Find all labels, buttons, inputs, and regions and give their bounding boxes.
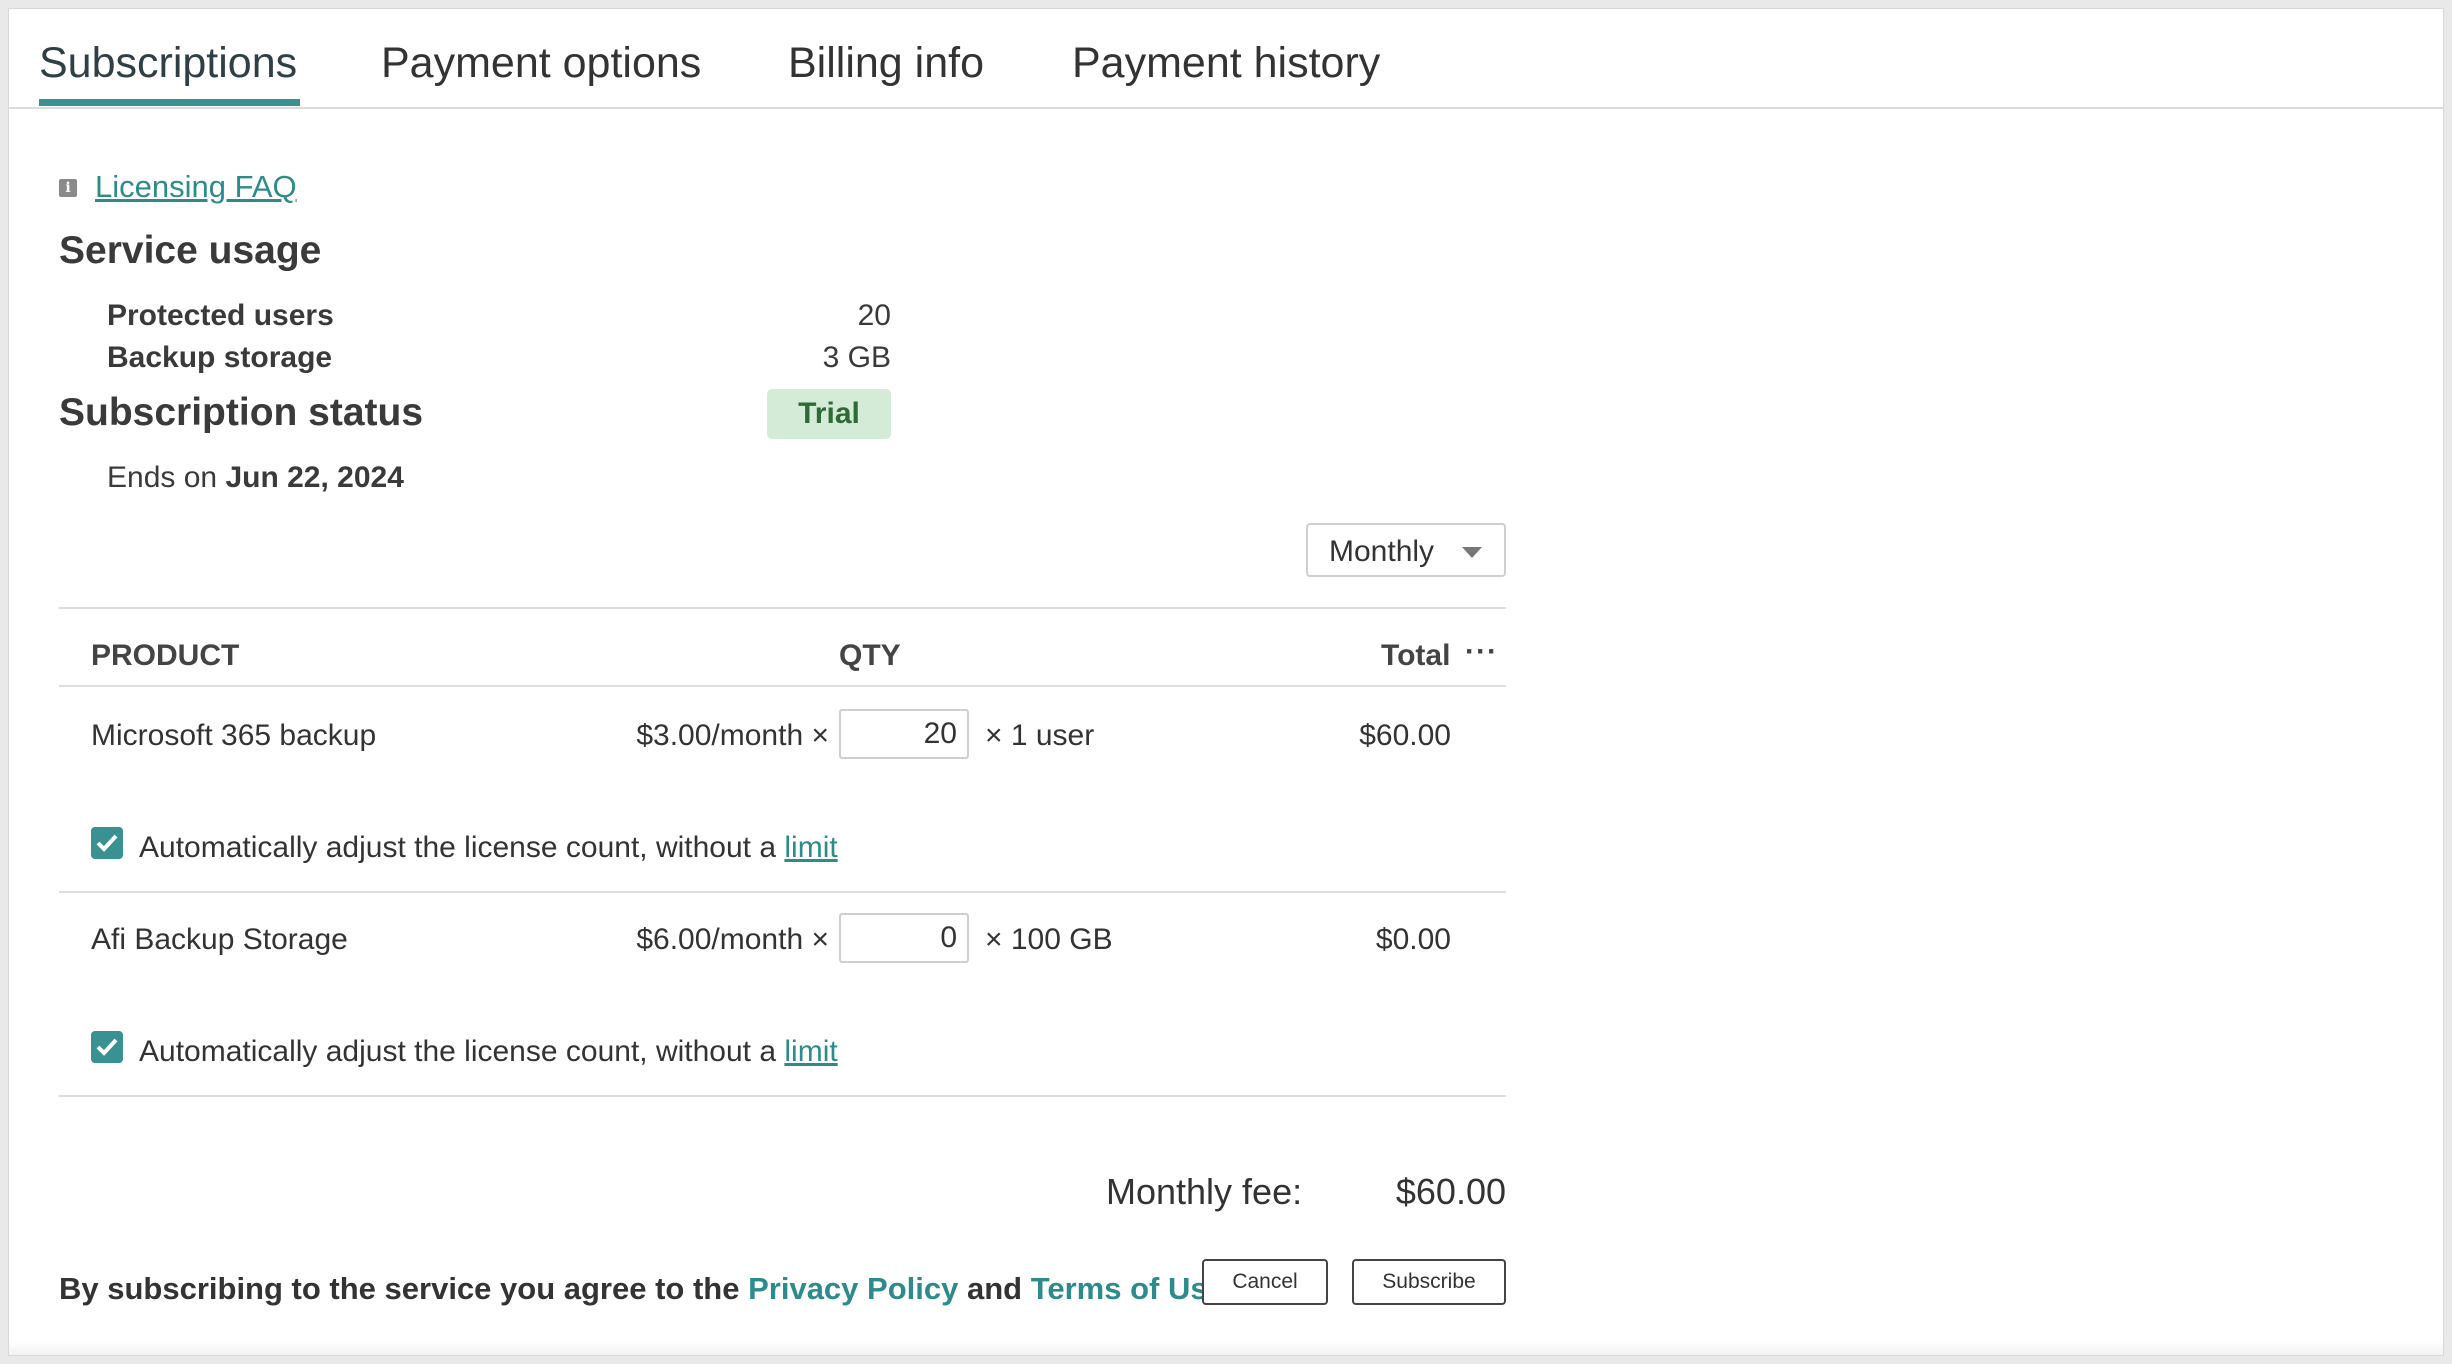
more-options-icon[interactable]: ··· [1465, 635, 1498, 669]
monthly-fee-value: $60.00 [1395, 1171, 1506, 1212]
row-total: $0.00 [1375, 923, 1451, 956]
table-divider [59, 607, 1506, 609]
table-divider [59, 891, 1506, 893]
quantity-input[interactable]: 20 [839, 709, 969, 759]
tab-payment-options[interactable]: Payment options [381, 39, 701, 88]
table-divider [59, 1095, 1506, 1097]
legal-prefix: By subscribing to the service you agree … [59, 1271, 740, 1306]
backup-storage-value: 3 GB [822, 341, 891, 374]
billing-period-value: Monthly [1329, 535, 1435, 568]
table-divider [59, 685, 1506, 687]
tab-bar: Subscriptions Payment options Billing in… [9, 9, 2443, 109]
auto-adjust-label: Automatically adjust the license count, … [139, 1035, 838, 1069]
cancel-button[interactable]: Cancel [1202, 1259, 1328, 1305]
column-header-qty: QTY [839, 639, 901, 672]
active-tab-indicator [39, 99, 300, 106]
licensing-faq-link[interactable]: Licensing FAQ [95, 169, 297, 205]
unit-label: × 1 user [985, 719, 1095, 752]
ends-on-date: Jun 22, 2024 [225, 461, 404, 494]
tab-payment-history[interactable]: Payment history [1072, 39, 1380, 88]
check-icon [96, 834, 118, 852]
privacy-policy-link[interactable]: Privacy Policy [748, 1271, 958, 1306]
billing-period-select[interactable]: Monthly [1306, 523, 1506, 577]
protected-users-value: 20 [857, 299, 891, 332]
subscription-status-heading: Subscription status [59, 391, 424, 434]
trial-end-line: Ends on Jun 22, 2024 [107, 461, 404, 495]
panel-bottom-shadow [9, 1341, 2443, 1355]
subscriptions-panel: Subscriptions Payment options Billing in… [8, 8, 2444, 1356]
monthly-fee-label: Monthly fee: [1106, 1171, 1303, 1212]
status-badge: Trial [767, 389, 891, 439]
limit-link[interactable]: limit [784, 831, 837, 864]
column-header-total: Total [1381, 639, 1451, 672]
auto-adjust-text: Automatically adjust the license count, … [139, 831, 777, 864]
product-name: Afi Backup Storage [91, 923, 348, 956]
limit-link[interactable]: limit [784, 1035, 837, 1068]
product-price: $3.00/month × [636, 719, 829, 752]
tab-subscriptions[interactable]: Subscriptions [39, 39, 297, 88]
info-icon: i [59, 179, 77, 197]
auto-adjust-checkbox[interactable] [91, 827, 123, 859]
subscribe-button[interactable]: Subscribe [1352, 1259, 1506, 1305]
row-total: $60.00 [1359, 719, 1451, 752]
column-header-product: PRODUCT [91, 639, 240, 672]
tab-billing-info[interactable]: Billing info [788, 39, 984, 88]
protected-users-label: Protected users [107, 299, 334, 332]
check-icon [96, 1038, 118, 1056]
auto-adjust-text: Automatically adjust the license count, … [139, 1035, 777, 1068]
product-price: $6.00/month × [636, 923, 829, 956]
service-usage-heading: Service usage [59, 229, 322, 272]
chevron-down-icon [1462, 547, 1482, 558]
terms-of-use-link[interactable]: Terms of Use [1031, 1271, 1225, 1306]
product-name: Microsoft 365 backup [91, 719, 377, 752]
auto-adjust-checkbox[interactable] [91, 1031, 123, 1063]
auto-adjust-label: Automatically adjust the license count, … [139, 831, 838, 865]
backup-storage-label: Backup storage [107, 341, 333, 374]
legal-notice: By subscribing to the service you agree … [59, 1271, 1225, 1307]
quantity-input[interactable]: 0 [839, 913, 969, 963]
ends-on-label: Ends on [107, 461, 218, 494]
legal-and: and [966, 1271, 1023, 1306]
unit-label: × 100 GB [985, 923, 1113, 956]
